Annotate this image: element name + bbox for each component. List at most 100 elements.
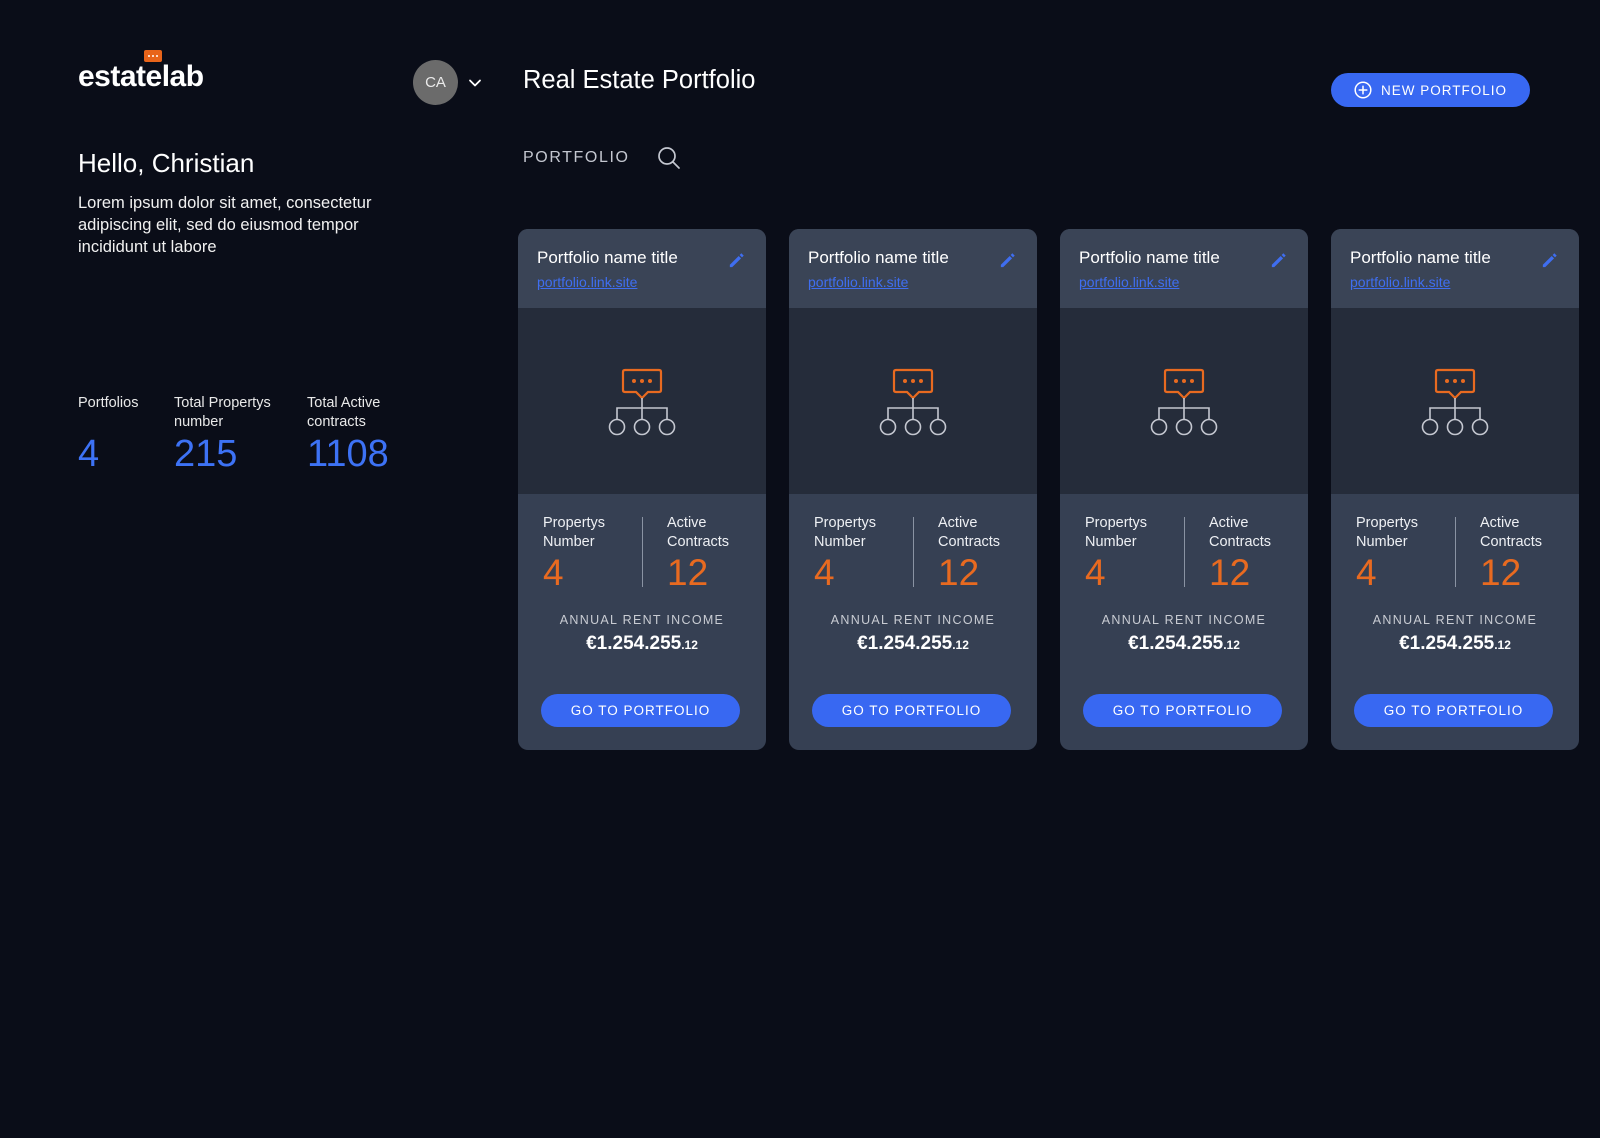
properties-value: 4: [543, 552, 564, 593]
stat-total-contracts: Total Active contracts 1108: [307, 394, 417, 474]
new-portfolio-label: NEW PORTFOLIO: [1380, 82, 1507, 98]
properties-label: Propertys Number: [543, 515, 606, 550]
income-main: €1.254.255: [857, 633, 953, 654]
logo[interactable]: estatelab: [78, 50, 204, 94]
chat-bubble-icon: [144, 50, 162, 62]
properties-stat: Propertys Number 4: [518, 514, 642, 599]
card-stats: Propertys Number 4 Active Contracts 12: [1331, 494, 1579, 599]
portfolio-card: Portfolio name title portfolio.link.site: [789, 229, 1037, 750]
card-illustration: [1331, 308, 1579, 494]
income-main: €1.254.255: [1399, 633, 1495, 654]
new-portfolio-button[interactable]: NEW PORTFOLIO: [1331, 73, 1530, 107]
card-link[interactable]: portfolio.link.site: [1350, 274, 1579, 290]
card-link[interactable]: portfolio.link.site: [808, 274, 1037, 290]
portfolio-card-list: Portfolio name title portfolio.link.site: [518, 229, 1579, 750]
stat-label: Total Propertys number: [174, 395, 271, 430]
properties-label: Propertys Number: [814, 515, 877, 550]
income-main: €1.254.255: [1128, 633, 1224, 654]
properties-value: 4: [1356, 552, 1377, 593]
portfolio-card: Portfolio name title portfolio.link.site: [1060, 229, 1308, 750]
go-to-portfolio-button[interactable]: GO TO PORTFOLIO: [541, 694, 740, 727]
properties-stat: Propertys Number 4: [1331, 514, 1455, 599]
contracts-stat: Active Contracts 12: [1184, 514, 1308, 599]
summary-stats: Portfolios 4 Total Propertys number 215 …: [78, 394, 417, 474]
properties-value: 4: [814, 552, 835, 593]
chevron-down-icon[interactable]: [468, 76, 482, 90]
income-main: €1.254.255: [586, 633, 682, 654]
portfolio-card: Portfolio name title portfolio.link.site: [518, 229, 766, 750]
org-chart-chat-icon: [1150, 368, 1218, 436]
go-to-portfolio-button[interactable]: GO TO PORTFOLIO: [1083, 694, 1282, 727]
pencil-icon[interactable]: [1540, 251, 1559, 270]
pencil-icon[interactable]: [1269, 251, 1288, 270]
org-chart-chat-icon: [1421, 368, 1489, 436]
contracts-stat: Active Contracts 12: [1455, 514, 1579, 599]
portfolio-card: Portfolio name title portfolio.link.site: [1331, 229, 1579, 750]
card-illustration: [518, 308, 766, 494]
contracts-label: Active Contracts: [938, 515, 1001, 550]
properties-stat: Propertys Number 4: [789, 514, 913, 599]
properties-value: 4: [1085, 552, 1106, 593]
income-label: ANNUAL RENT INCOME: [830, 613, 996, 627]
card-stats: Propertys Number 4 Active Contracts 12: [1060, 494, 1308, 599]
contracts-value: 12: [1209, 552, 1251, 593]
card-header: Portfolio name title portfolio.link.site: [1331, 229, 1579, 308]
card-link[interactable]: portfolio.link.site: [537, 274, 766, 290]
plus-circle-icon: [1354, 81, 1372, 99]
contracts-stat: Active Contracts 12: [913, 514, 1037, 599]
stat-portfolios: Portfolios 4: [78, 394, 174, 474]
card-link[interactable]: portfolio.link.site: [1079, 274, 1308, 290]
contracts-stat: Active Contracts 12: [642, 514, 766, 599]
pencil-icon[interactable]: [998, 251, 1017, 270]
properties-label: Propertys Number: [1085, 515, 1148, 550]
card-illustration: [1060, 308, 1308, 494]
avatar[interactable]: CA: [413, 60, 458, 105]
income-label: ANNUAL RENT INCOME: [1372, 613, 1538, 627]
section-label: PORTFOLIO: [523, 149, 630, 166]
contracts-label: Active Contracts: [667, 515, 730, 550]
properties-stat: Propertys Number 4: [1060, 514, 1184, 599]
contracts-value: 12: [938, 552, 980, 593]
contracts-label: Active Contracts: [1480, 515, 1543, 550]
income-value: €1.254.255.12: [1060, 633, 1308, 655]
page: estatelab CA Hello, Christian Lorem ipsu…: [0, 0, 1600, 1138]
income-value: €1.254.255.12: [789, 633, 1037, 655]
divider: [1184, 517, 1185, 587]
stat-label: Portfolios: [78, 395, 139, 411]
org-chart-chat-icon: [608, 368, 676, 436]
divider: [1455, 517, 1456, 587]
income-value: €1.254.255.12: [1331, 633, 1579, 655]
contracts-value: 12: [667, 552, 709, 593]
contracts-label: Active Contracts: [1209, 515, 1272, 550]
stat-total-properties: Total Propertys number 215: [174, 394, 307, 474]
card-header: Portfolio name title portfolio.link.site: [1060, 229, 1308, 308]
income-value: €1.254.255.12: [518, 633, 766, 655]
stat-value: 1108: [307, 433, 389, 475]
logo-text: estatelab: [78, 50, 204, 94]
card-header: Portfolio name title portfolio.link.site: [518, 229, 766, 308]
income-cents: .12: [1223, 638, 1240, 652]
card-header: Portfolio name title portfolio.link.site: [789, 229, 1037, 308]
page-title: Real Estate Portfolio: [523, 66, 756, 94]
income-label: ANNUAL RENT INCOME: [1101, 613, 1267, 627]
divider: [913, 517, 914, 587]
income-label: ANNUAL RENT INCOME: [559, 613, 725, 627]
card-stats: Propertys Number 4 Active Contracts 12: [518, 494, 766, 599]
greeting-heading: Hello, Christian: [78, 148, 255, 178]
card-illustration: [789, 308, 1037, 494]
income-cents: .12: [1494, 638, 1511, 652]
income-cents: .12: [681, 638, 698, 652]
divider: [642, 517, 643, 587]
intro-text: Lorem ipsum dolor sit amet, consectetur …: [78, 194, 372, 256]
stat-value: 4: [78, 433, 100, 475]
pencil-icon[interactable]: [727, 251, 746, 270]
go-to-portfolio-button[interactable]: GO TO PORTFOLIO: [812, 694, 1011, 727]
stat-label: Total Active contracts: [307, 395, 381, 430]
card-stats: Propertys Number 4 Active Contracts 12: [789, 494, 1037, 599]
search-icon[interactable]: [657, 146, 681, 170]
stat-value: 215: [174, 433, 238, 475]
contracts-value: 12: [1480, 552, 1522, 593]
go-to-portfolio-button[interactable]: GO TO PORTFOLIO: [1354, 694, 1553, 727]
user-menu[interactable]: CA: [413, 60, 482, 105]
portfolio-search: PORTFOLIO: [523, 146, 681, 170]
